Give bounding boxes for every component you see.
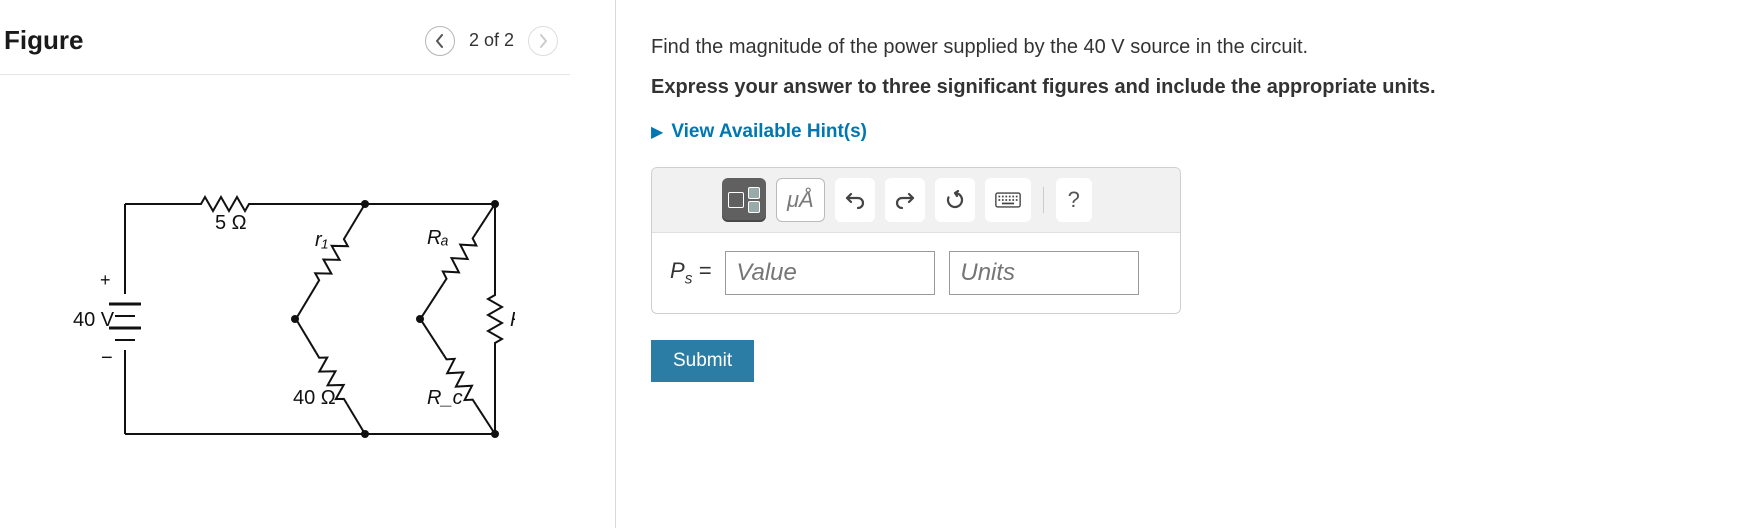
hint-label: View Available Hint(s): [671, 121, 867, 143]
variable-label: Ps =: [670, 258, 711, 288]
units-input[interactable]: [949, 251, 1139, 295]
label-r1: r₁: [315, 229, 328, 251]
label-40v: 40 V: [73, 309, 115, 331]
value-input[interactable]: [725, 251, 935, 295]
label-minus: −: [101, 347, 113, 369]
answer-row: Ps =: [652, 233, 1180, 295]
variable-symbol: P: [670, 258, 685, 283]
figure-nav: 2 of 2: [425, 26, 558, 56]
figure-title: Figure: [4, 25, 83, 56]
template-stack-icon: [748, 187, 760, 213]
keyboard-button[interactable]: [985, 178, 1031, 222]
undo-button[interactable]: [835, 178, 875, 222]
hint-toggle[interactable]: ▶ View Available Hint(s): [651, 121, 1724, 143]
label-ra: Rₐ: [427, 227, 449, 249]
equals: =: [699, 258, 712, 283]
undo-icon: [845, 191, 865, 209]
label-plus: +: [100, 270, 111, 290]
variable-subscript: s: [685, 270, 693, 287]
chevron-left-icon: [435, 34, 445, 48]
label-5ohm: 5 Ω: [215, 212, 247, 234]
keyboard-icon: [995, 191, 1021, 209]
answer-box: μÅ ?: [651, 167, 1181, 314]
label-40ohm: 40 Ω: [293, 387, 336, 409]
question-pane: Find the magnitude of the power supplied…: [651, 0, 1744, 528]
label-rb: R_b: [510, 309, 515, 331]
figure-pane: Figure 2 of 2: [0, 0, 580, 528]
template-icon: [728, 192, 744, 208]
question-prompt: Find the magnitude of the power supplied…: [651, 32, 1724, 62]
redo-button[interactable]: [885, 178, 925, 222]
figure-area: 5 Ω + 40 V − r₁ Rₐ 40 Ω R_c R_b: [0, 75, 570, 528]
help-button[interactable]: ?: [1056, 178, 1092, 222]
figure-count: 2 of 2: [465, 30, 518, 51]
templates-button[interactable]: [722, 178, 766, 222]
answer-toolbar: μÅ ?: [652, 168, 1180, 233]
caret-right-icon: ▶: [651, 122, 663, 142]
question-instruction: Express your answer to three significant…: [651, 76, 1724, 99]
units-symbol-button[interactable]: μÅ: [776, 178, 825, 222]
chevron-right-icon: [538, 34, 548, 48]
label-rc: R_c: [427, 387, 463, 409]
reset-icon: [945, 190, 965, 210]
submit-button[interactable]: Submit: [651, 340, 754, 382]
reset-button[interactable]: [935, 178, 975, 222]
circuit-diagram: 5 Ω + 40 V − r₁ Rₐ 40 Ω R_c R_b: [55, 174, 515, 464]
vertical-divider: [615, 0, 616, 528]
figure-prev-button[interactable]: [425, 26, 455, 56]
toolbar-separator: [1043, 187, 1044, 213]
figure-header: Figure 2 of 2: [0, 20, 570, 75]
figure-next-button[interactable]: [528, 26, 558, 56]
redo-icon: [895, 191, 915, 209]
